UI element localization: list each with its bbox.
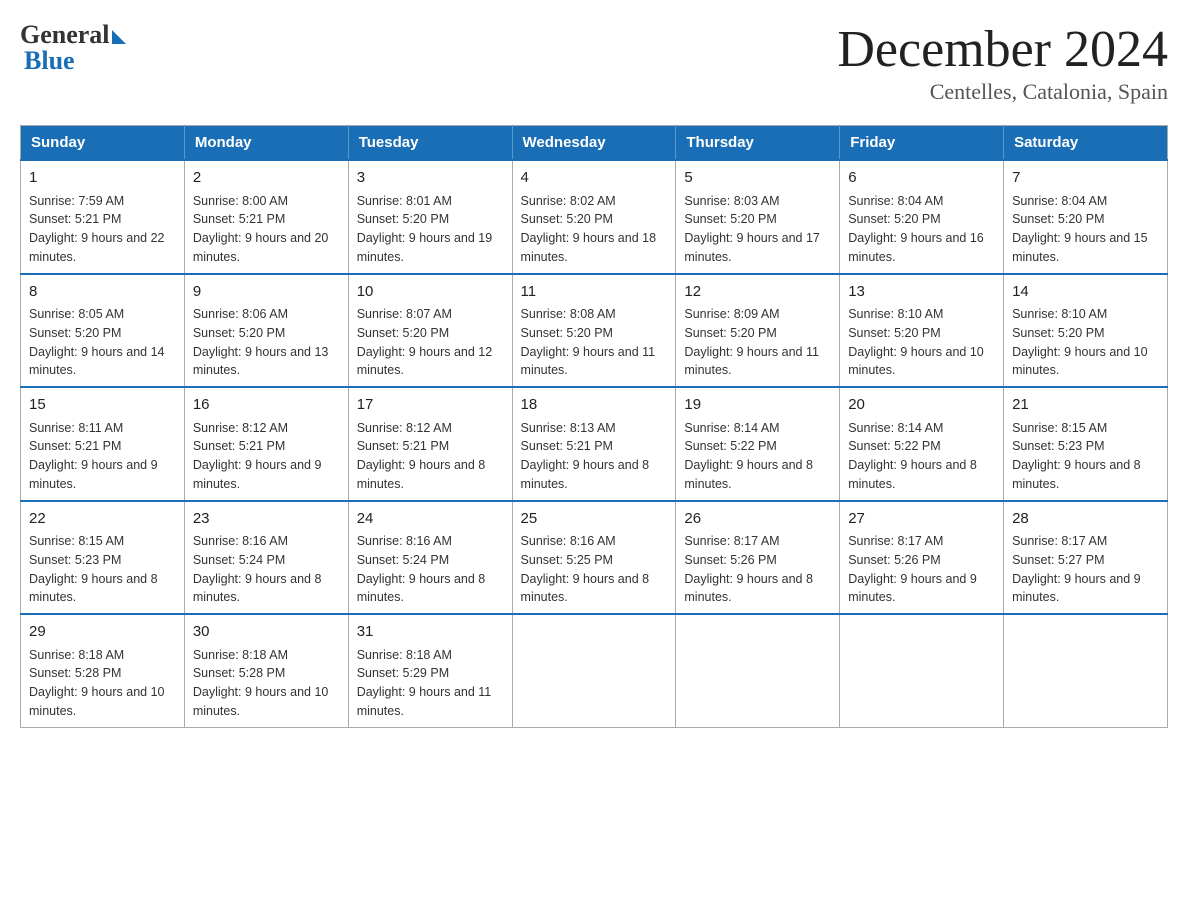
day-number: 3 [357,167,504,190]
calendar-cell: 18Sunrise: 8:13 AMSunset: 5:21 PMDayligh… [512,387,676,501]
calendar-cell: 14Sunrise: 8:10 AMSunset: 5:20 PMDayligh… [1004,274,1168,388]
calendar-cell: 2Sunrise: 8:00 AMSunset: 5:21 PMDaylight… [184,160,348,274]
calendar-cell: 9Sunrise: 8:06 AMSunset: 5:20 PMDaylight… [184,274,348,388]
calendar-cell [676,614,840,727]
day-number: 26 [684,508,831,531]
week-row: 15Sunrise: 8:11 AMSunset: 5:21 PMDayligh… [21,387,1168,501]
week-row: 22Sunrise: 8:15 AMSunset: 5:23 PMDayligh… [21,501,1168,615]
calendar-cell: 29Sunrise: 8:18 AMSunset: 5:28 PMDayligh… [21,614,185,727]
location-subtitle: Centelles, Catalonia, Spain [837,79,1168,105]
day-number: 24 [357,508,504,531]
logo-blue-text: Blue [24,46,75,76]
column-header-saturday: Saturday [1004,126,1168,161]
calendar-cell: 24Sunrise: 8:16 AMSunset: 5:24 PMDayligh… [348,501,512,615]
calendar-cell: 19Sunrise: 8:14 AMSunset: 5:22 PMDayligh… [676,387,840,501]
column-header-tuesday: Tuesday [348,126,512,161]
calendar-cell: 1Sunrise: 7:59 AMSunset: 5:21 PMDaylight… [21,160,185,274]
calendar-cell: 4Sunrise: 8:02 AMSunset: 5:20 PMDaylight… [512,160,676,274]
calendar-header-row: SundayMondayTuesdayWednesdayThursdayFrid… [21,126,1168,161]
calendar-cell: 17Sunrise: 8:12 AMSunset: 5:21 PMDayligh… [348,387,512,501]
calendar-cell: 3Sunrise: 8:01 AMSunset: 5:20 PMDaylight… [348,160,512,274]
day-number: 20 [848,394,995,417]
day-number: 23 [193,508,340,531]
day-number: 1 [29,167,176,190]
page-header: General Blue December 2024 Centelles, Ca… [20,20,1168,105]
calendar-cell: 11Sunrise: 8:08 AMSunset: 5:20 PMDayligh… [512,274,676,388]
day-number: 12 [684,281,831,304]
calendar-cell: 25Sunrise: 8:16 AMSunset: 5:25 PMDayligh… [512,501,676,615]
logo-arrow-icon [112,30,126,44]
day-number: 29 [29,621,176,644]
month-title: December 2024 [837,20,1168,79]
calendar-cell: 5Sunrise: 8:03 AMSunset: 5:20 PMDaylight… [676,160,840,274]
week-row: 1Sunrise: 7:59 AMSunset: 5:21 PMDaylight… [21,160,1168,274]
calendar-cell: 26Sunrise: 8:17 AMSunset: 5:26 PMDayligh… [676,501,840,615]
day-number: 7 [1012,167,1159,190]
day-number: 28 [1012,508,1159,531]
calendar-cell [1004,614,1168,727]
day-number: 9 [193,281,340,304]
logo: General Blue [20,20,126,76]
day-number: 21 [1012,394,1159,417]
day-number: 10 [357,281,504,304]
day-number: 27 [848,508,995,531]
week-row: 8Sunrise: 8:05 AMSunset: 5:20 PMDaylight… [21,274,1168,388]
day-number: 2 [193,167,340,190]
calendar-cell [512,614,676,727]
day-number: 16 [193,394,340,417]
day-number: 19 [684,394,831,417]
day-number: 22 [29,508,176,531]
day-number: 31 [357,621,504,644]
calendar-cell: 31Sunrise: 8:18 AMSunset: 5:29 PMDayligh… [348,614,512,727]
calendar-cell: 30Sunrise: 8:18 AMSunset: 5:28 PMDayligh… [184,614,348,727]
calendar-table: SundayMondayTuesdayWednesdayThursdayFrid… [20,125,1168,728]
calendar-cell: 21Sunrise: 8:15 AMSunset: 5:23 PMDayligh… [1004,387,1168,501]
calendar-cell: 6Sunrise: 8:04 AMSunset: 5:20 PMDaylight… [840,160,1004,274]
day-number: 8 [29,281,176,304]
calendar-body: 1Sunrise: 7:59 AMSunset: 5:21 PMDaylight… [21,160,1168,727]
calendar-cell: 27Sunrise: 8:17 AMSunset: 5:26 PMDayligh… [840,501,1004,615]
column-header-sunday: Sunday [21,126,185,161]
day-number: 6 [848,167,995,190]
calendar-cell: 10Sunrise: 8:07 AMSunset: 5:20 PMDayligh… [348,274,512,388]
day-number: 30 [193,621,340,644]
day-number: 25 [521,508,668,531]
calendar-cell: 16Sunrise: 8:12 AMSunset: 5:21 PMDayligh… [184,387,348,501]
column-header-friday: Friday [840,126,1004,161]
calendar-cell: 23Sunrise: 8:16 AMSunset: 5:24 PMDayligh… [184,501,348,615]
calendar-cell: 22Sunrise: 8:15 AMSunset: 5:23 PMDayligh… [21,501,185,615]
calendar-cell: 15Sunrise: 8:11 AMSunset: 5:21 PMDayligh… [21,387,185,501]
week-row: 29Sunrise: 8:18 AMSunset: 5:28 PMDayligh… [21,614,1168,727]
column-header-monday: Monday [184,126,348,161]
calendar-cell: 13Sunrise: 8:10 AMSunset: 5:20 PMDayligh… [840,274,1004,388]
day-number: 14 [1012,281,1159,304]
title-area: December 2024 Centelles, Catalonia, Spai… [837,20,1168,105]
day-number: 4 [521,167,668,190]
calendar-cell: 20Sunrise: 8:14 AMSunset: 5:22 PMDayligh… [840,387,1004,501]
column-header-thursday: Thursday [676,126,840,161]
day-number: 11 [521,281,668,304]
day-number: 15 [29,394,176,417]
day-number: 13 [848,281,995,304]
calendar-cell: 7Sunrise: 8:04 AMSunset: 5:20 PMDaylight… [1004,160,1168,274]
day-number: 18 [521,394,668,417]
calendar-cell [840,614,1004,727]
calendar-cell: 28Sunrise: 8:17 AMSunset: 5:27 PMDayligh… [1004,501,1168,615]
column-header-wednesday: Wednesday [512,126,676,161]
calendar-cell: 8Sunrise: 8:05 AMSunset: 5:20 PMDaylight… [21,274,185,388]
day-number: 17 [357,394,504,417]
calendar-cell: 12Sunrise: 8:09 AMSunset: 5:20 PMDayligh… [676,274,840,388]
day-number: 5 [684,167,831,190]
